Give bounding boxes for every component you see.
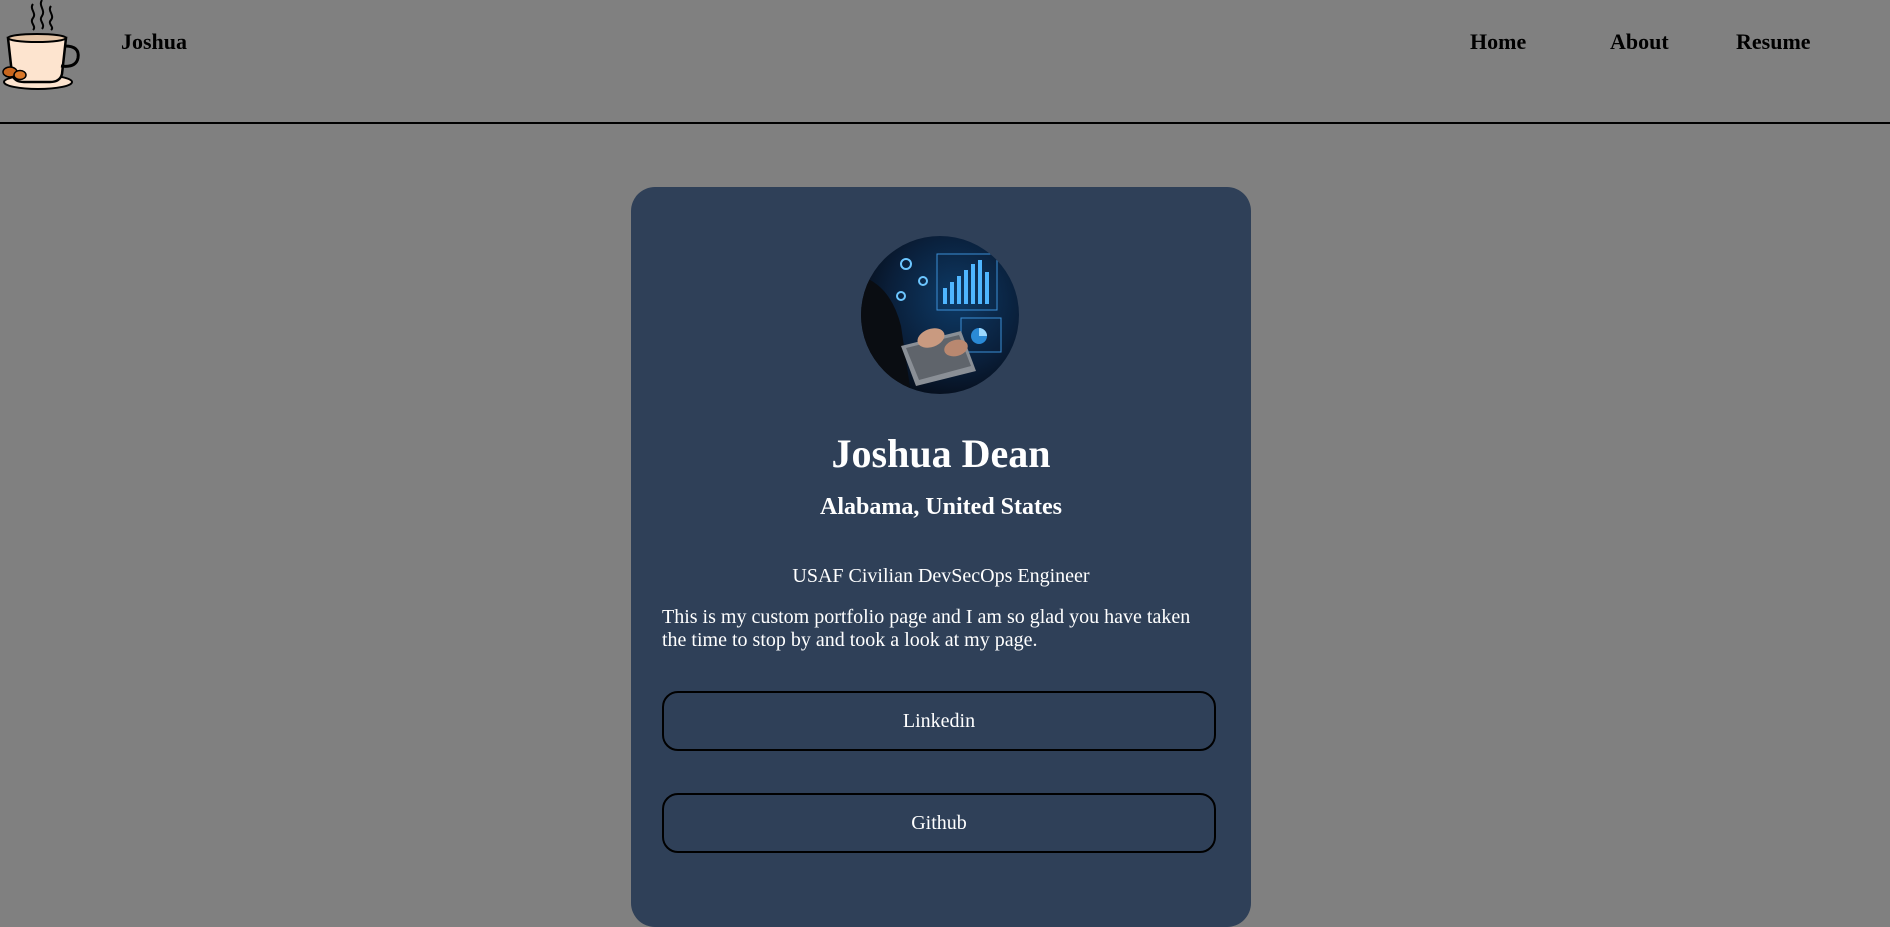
profile-name: Joshua Dean	[831, 431, 1051, 476]
profile-bio: This is my custom portfolio page and I a…	[662, 606, 1191, 651]
linkedin-button[interactable]: Linkedin	[662, 691, 1216, 751]
coffee-cup-icon[interactable]	[0, 0, 82, 92]
profile-location: Alabama, United States	[819, 494, 1062, 520]
laptop-analytics-photo	[861, 236, 1019, 394]
nav-link-resume[interactable]: Resume	[1736, 29, 1811, 55]
main-nav: Home About Resume	[1470, 29, 1890, 59]
profile-role: USAF Civilian DevSecOps Engineer	[792, 565, 1090, 587]
github-button[interactable]: Github	[662, 793, 1216, 853]
top-navigation-bar: Joshua Home About Resume	[0, 0, 1890, 124]
avatar	[861, 236, 1019, 394]
brand-name[interactable]: Joshua	[121, 29, 187, 55]
profile-card: Joshua Dean Alabama, United States USAF …	[631, 187, 1251, 927]
nav-link-about[interactable]: About	[1610, 29, 1669, 55]
nav-link-home[interactable]: Home	[1470, 29, 1526, 55]
